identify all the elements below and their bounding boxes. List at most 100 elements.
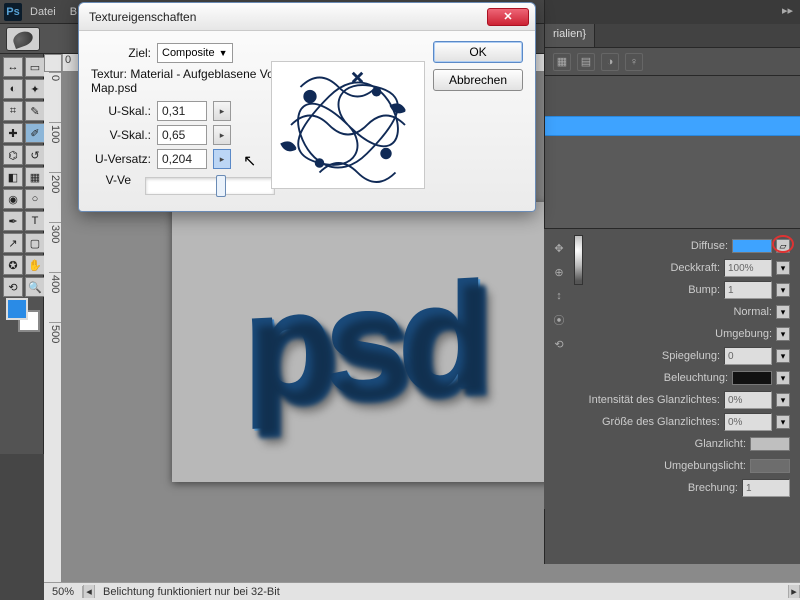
status-prev[interactable]: ◂ bbox=[83, 585, 95, 598]
marquee-tool[interactable]: ▭ bbox=[25, 57, 45, 77]
brush-icon bbox=[11, 29, 35, 49]
glanz-size-label: Größe des Glanzlichtes: bbox=[602, 416, 720, 428]
deckkraft-input[interactable] bbox=[724, 259, 772, 277]
gradient-tool[interactable]: ▦ bbox=[25, 167, 45, 187]
crop-tool[interactable]: ⌗ bbox=[3, 101, 23, 121]
document[interactable]: psd bbox=[172, 202, 552, 482]
app-logo: Ps bbox=[4, 3, 22, 21]
blur-tool[interactable]: ◉ bbox=[3, 189, 23, 209]
status-message: Belichtung funktioniert nur bei 32-Bit bbox=[95, 586, 788, 598]
wand-tool[interactable]: ✦ bbox=[25, 79, 45, 99]
dodge-tool[interactable]: ○ bbox=[25, 189, 45, 209]
scene-item-selected[interactable] bbox=[545, 116, 800, 136]
menu-b[interactable]: B bbox=[70, 6, 77, 18]
heal-tool[interactable]: ✚ bbox=[3, 123, 23, 143]
scene-light-icon[interactable]: ♀ bbox=[625, 53, 643, 71]
glanzlicht-label: Glanzlicht: bbox=[695, 438, 746, 450]
swirl-icon bbox=[272, 61, 424, 189]
color-swatches bbox=[2, 298, 46, 338]
3d-tool[interactable]: ✪ bbox=[3, 255, 23, 275]
eraser-tool[interactable]: ◧ bbox=[3, 167, 23, 187]
diffuse-label: Diffuse: bbox=[691, 240, 728, 252]
tab-materials[interactable]: rialien} bbox=[545, 24, 595, 47]
umgebung-label: Umgebung: bbox=[715, 328, 772, 340]
diffuse-swatch[interactable] bbox=[732, 239, 772, 253]
path-tool[interactable]: ↗ bbox=[3, 233, 23, 253]
ziel-value: Composite bbox=[162, 47, 215, 59]
deckkraft-label: Deckkraft: bbox=[670, 262, 720, 274]
brechung-input[interactable] bbox=[742, 479, 790, 497]
chevron-down-icon: ▼ bbox=[219, 48, 228, 58]
u-versatz-input[interactable] bbox=[157, 149, 207, 169]
umgebungslicht-swatch[interactable] bbox=[750, 459, 790, 473]
scene-toggle-icon[interactable]: ◑ bbox=[601, 53, 619, 71]
dialog-title: Textureigenschaften bbox=[89, 10, 196, 24]
hand-tool[interactable]: ✋ bbox=[25, 255, 45, 275]
glanz-int-menu[interactable]: ▾ bbox=[776, 393, 790, 407]
umgebung-menu[interactable]: ▾ bbox=[776, 327, 790, 341]
lasso-tool[interactable]: ◐ bbox=[3, 79, 23, 99]
v-skal-input[interactable] bbox=[157, 125, 207, 145]
slider-thumb[interactable] bbox=[216, 175, 226, 197]
cancel-button[interactable]: Abbrechen bbox=[433, 69, 523, 91]
deckkraft-menu[interactable]: ▾ bbox=[776, 261, 790, 275]
panel-collapse-icon[interactable]: ▸▸ bbox=[782, 4, 796, 18]
bump-menu[interactable]: ▾ bbox=[776, 283, 790, 297]
v-skal-step[interactable]: ▸ bbox=[213, 125, 231, 145]
spiegelung-label: Spiegelung: bbox=[662, 350, 720, 362]
move-tool[interactable]: ↔ bbox=[3, 57, 23, 77]
ziel-label: Ziel: bbox=[91, 46, 151, 60]
shape-tool[interactable]: ▢ bbox=[25, 233, 45, 253]
fg-color[interactable] bbox=[6, 298, 28, 320]
panel-toolbar: ▦ ▤ ◑ ♀ bbox=[545, 48, 800, 76]
u-versatz-step[interactable]: ▸ bbox=[213, 149, 231, 169]
zoom-tool[interactable]: 🔍 bbox=[25, 277, 45, 297]
u-versatz-slider[interactable] bbox=[145, 177, 275, 195]
diffuse-texture-button[interactable]: ▱ bbox=[776, 239, 790, 253]
tool-preset[interactable] bbox=[6, 27, 40, 51]
brechung-label: Brechung: bbox=[688, 482, 738, 494]
ziel-combo[interactable]: Composite ▼ bbox=[157, 43, 233, 63]
type-tool[interactable]: T bbox=[25, 211, 45, 231]
material-preview[interactable] bbox=[574, 235, 583, 285]
menu-datei[interactable]: Datei bbox=[30, 6, 56, 18]
glanz-int-input[interactable] bbox=[724, 391, 772, 409]
ok-button[interactable]: OK bbox=[433, 41, 523, 63]
stamp-tool[interactable]: ⌬ bbox=[3, 145, 23, 165]
orb-orbit-icon[interactable]: ⦿ bbox=[550, 311, 568, 329]
orb-walk-icon[interactable]: ⟲ bbox=[550, 335, 568, 353]
beleuchtung-swatch[interactable] bbox=[732, 371, 772, 385]
beleuchtung-menu[interactable]: ▾ bbox=[776, 371, 790, 385]
spiegelung-input[interactable] bbox=[724, 347, 772, 365]
dialog-titlebar[interactable]: Textureigenschaften ✕ bbox=[79, 3, 535, 31]
glanz-size-menu[interactable]: ▾ bbox=[776, 415, 790, 429]
toolbox: ↔ ▭ ◐ ✦ ⌗ ✎ ✚ ✐ ⌬ ↺ ◧ ▦ ◉ ○ ✒ T ↗ ▢ ✪ ✋ … bbox=[0, 54, 44, 454]
scene-list-icon[interactable]: ▤ bbox=[577, 53, 595, 71]
rotate-tool[interactable]: ⟲ bbox=[3, 277, 23, 297]
ruler-corner bbox=[44, 54, 62, 72]
close-button[interactable]: ✕ bbox=[487, 8, 529, 26]
zoom-level[interactable]: 50% bbox=[44, 586, 83, 598]
brush-tool[interactable]: ✐ bbox=[25, 123, 45, 143]
u-skal-label: U-Skal.: bbox=[91, 104, 151, 118]
bump-input[interactable] bbox=[724, 281, 772, 299]
eyedrop-tool[interactable]: ✎ bbox=[25, 101, 45, 121]
orb-pan-icon[interactable]: ⊕ bbox=[550, 263, 568, 281]
status-next[interactable]: ▸ bbox=[788, 585, 800, 598]
u-skal-step[interactable]: ▸ bbox=[213, 101, 231, 121]
spiegelung-menu[interactable]: ▾ bbox=[776, 349, 790, 363]
orb-rotate-icon[interactable]: ✥ bbox=[550, 239, 568, 257]
beleuchtung-label: Beleuchtung: bbox=[664, 372, 728, 384]
glanzlicht-swatch[interactable] bbox=[750, 437, 790, 451]
u-skal-input[interactable] bbox=[157, 101, 207, 121]
v-versatz-label: V-Ve bbox=[91, 173, 131, 187]
orb-dolly-icon[interactable]: ↕ bbox=[550, 287, 568, 305]
v-skal-label: V-Skal.: bbox=[91, 128, 151, 142]
glanz-int-label: Intensität des Glanzlichtes: bbox=[589, 394, 720, 406]
glanz-size-input[interactable] bbox=[724, 413, 772, 431]
scene-grid-icon[interactable]: ▦ bbox=[553, 53, 571, 71]
pen-tool[interactable]: ✒ bbox=[3, 211, 23, 231]
status-bar: 50% ◂ Belichtung funktioniert nur bei 32… bbox=[44, 582, 800, 600]
normal-menu[interactable]: ▾ bbox=[776, 305, 790, 319]
history-tool[interactable]: ↺ bbox=[25, 145, 45, 165]
